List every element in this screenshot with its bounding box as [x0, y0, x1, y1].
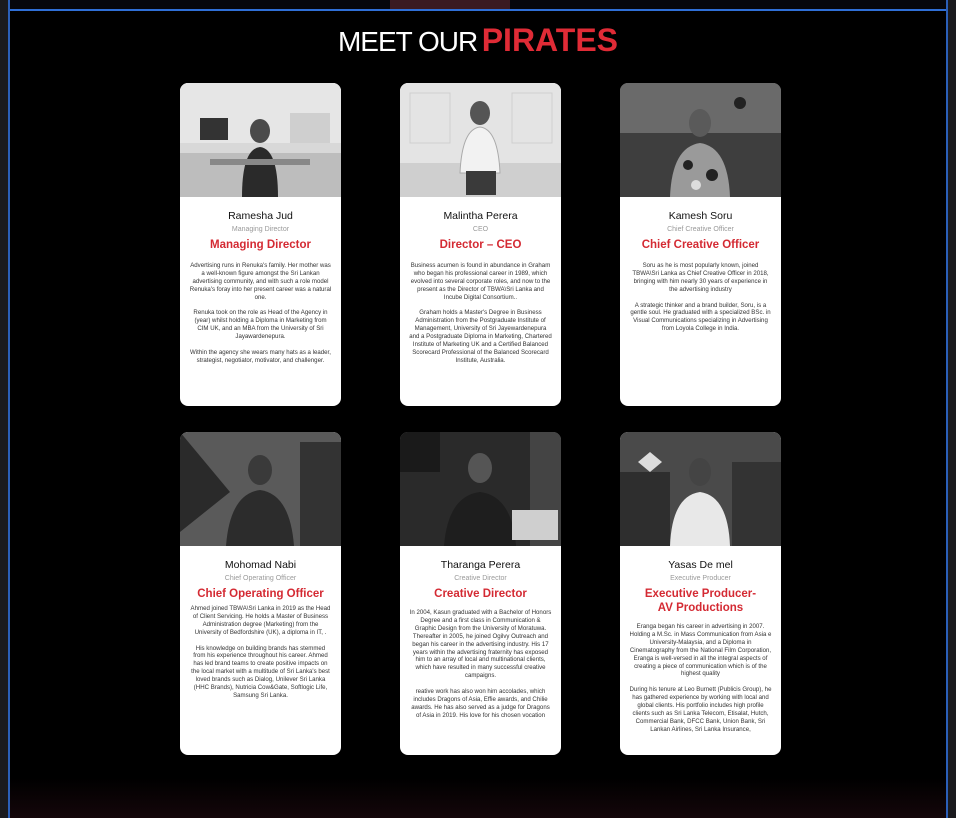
team-card[interactable]: Mohomad Nabi Chief Operating Officer Chi…	[180, 432, 341, 755]
person-subtitle: CEO	[472, 226, 489, 233]
person-role: Executive Producer- AV Productions	[644, 588, 757, 614]
person-role: Chief Operating Officer	[197, 588, 324, 600]
team-card[interactable]: Ramesha Jud Managing Director Managing D…	[180, 83, 341, 406]
person-name: Malintha Perera	[443, 210, 518, 222]
person-bio: In 2004, Kasun graduated with a Bachelor…	[409, 609, 552, 719]
person-subtitle: Executive Producer	[670, 575, 731, 582]
person-bio: Advertising runs in Renuka's family. Her…	[189, 262, 332, 364]
person-role: Chief Creative Officer	[641, 239, 760, 251]
person-role: Director – CEO	[439, 239, 522, 251]
bottom-glow	[10, 778, 946, 818]
person-bio: Business acumen is found in abundance in…	[409, 262, 552, 364]
person-name: Tharanga Perera	[440, 559, 521, 571]
person-role: Managing Director	[210, 239, 311, 251]
person-name: Kamesh Soru	[668, 210, 733, 222]
portrait-photo	[180, 432, 341, 546]
person-subtitle: Chief Creative Officer	[667, 226, 734, 233]
person-role: Creative Director	[434, 588, 527, 600]
heading-prefix: MEET OUR	[337, 26, 478, 57]
card-body: Kamesh Soru Chief Creative Officer Chief…	[620, 197, 781, 333]
team-card[interactable]: Malintha Perera CEO Director – CEO Busin…	[400, 83, 561, 406]
person-subtitle: Chief Operating Officer	[224, 575, 297, 582]
card-body: Tharanga Perera Creative Director Creati…	[400, 546, 561, 720]
person-subtitle: Managing Director	[231, 226, 290, 233]
card-body: Yasas De mel Executive Producer Executiv…	[620, 546, 781, 734]
person-bio: Soru as he is most popularly known, join…	[630, 262, 771, 333]
top-strip	[10, 0, 946, 11]
portrait-photo	[620, 432, 781, 546]
card-body: Ramesha Jud Managing Director Managing D…	[180, 197, 341, 365]
person-subtitle: Creative Director	[454, 575, 507, 582]
portrait-photo	[400, 432, 561, 546]
heading-highlight: PIRATES	[481, 22, 619, 58]
team-card[interactable]: Tharanga Perera Creative Director Creati…	[400, 432, 561, 755]
team-card[interactable]: Kamesh Soru Chief Creative Officer Chief…	[620, 83, 781, 406]
portrait-photo	[400, 83, 561, 197]
person-name: Mohomad Nabi	[224, 559, 297, 571]
person-bio: Ahmed joined TBWA\Sri Lanka in 2019 as t…	[190, 605, 331, 699]
section-heading: MEET OUR PIRATES	[10, 22, 946, 59]
card-body: Mohomad Nabi Chief Operating Officer Chi…	[180, 546, 341, 700]
card-body: Malintha Perera CEO Director – CEO Busin…	[400, 197, 561, 365]
person-name: Ramesha Jud	[228, 210, 293, 222]
portrait-photo	[620, 83, 781, 197]
top-glow	[390, 0, 510, 9]
team-card[interactable]: Yasas De mel Executive Producer Executiv…	[620, 432, 781, 755]
person-bio: Eranga began his career in advertising i…	[629, 623, 772, 733]
page-frame: MEET OUR PIRATES Ramesha Jud Managing Di…	[8, 0, 948, 818]
person-name: Yasas De mel	[668, 559, 733, 571]
portrait-photo	[180, 83, 341, 197]
